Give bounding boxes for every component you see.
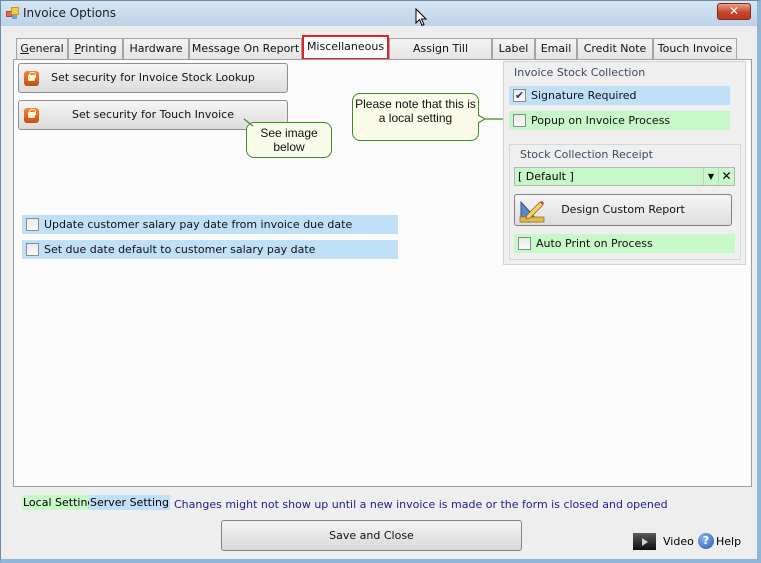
tab-message-on-report[interactable]: Message On Report [189,38,302,60]
checkbox[interactable] [518,237,531,250]
callout-pointer-icon [477,114,504,124]
checkbox[interactable] [26,243,39,256]
option-label: Signature Required [531,89,637,102]
window-title: Invoice Options [23,6,117,20]
help-icon[interactable]: ? [698,533,714,549]
lock-icon [24,108,39,123]
mouse-cursor-icon [415,8,427,27]
tab-credit-note[interactable]: Credit Note [577,38,653,60]
tab-printing[interactable]: Printing [68,38,123,60]
save-and-close-button[interactable]: Save and Close [221,520,522,551]
tab-hardware[interactable]: Hardware [123,38,189,60]
option-label: Auto Print on Process [536,237,653,250]
callout-see-image: See image below [246,122,332,158]
tab-label[interactable]: Label [492,38,535,60]
legend-server-setting: Server Setting [89,495,170,510]
clear-icon[interactable]: ✕ [718,168,734,185]
design-custom-report-button[interactable]: Design Custom Report [514,194,732,226]
video-link[interactable]: Video [663,535,694,548]
tab-assign-till-numbers[interactable]: Assign Till Numbers [389,38,492,75]
selected-value: [ Default ] [518,170,574,183]
invoice-stock-collection-group: Invoice Stock Collection ✔ Signature Req… [503,61,746,265]
option-signature-required[interactable]: ✔ Signature Required [509,86,730,105]
option-auto-print-on-process[interactable]: Auto Print on Process [514,234,735,253]
legend-local-setting: Local Setting [22,495,96,510]
group-title: Invoice Stock Collection [514,66,646,79]
option-update-salary-pay-date[interactable]: Update customer salary pay date from inv… [22,215,398,234]
checkbox[interactable] [26,218,39,231]
button-label: Set security for Invoice Stock Lookup [51,71,255,84]
option-popup-on-invoice-process[interactable]: Popup on Invoice Process [509,111,730,130]
button-label: Design Custom Report [561,203,685,216]
close-button[interactable]: ✕ [717,3,751,20]
changes-notice: Changes might not show up until a new in… [174,498,668,511]
tab-touch-invoice[interactable]: Touch Invoice [653,38,737,60]
callout-text: See image below [260,126,318,154]
security-invoice-stock-lookup-button[interactable]: Set security for Invoice Stock Lookup [18,63,288,93]
receipt-report-select[interactable]: [ Default ] ▼ ✕ [514,167,735,186]
checkbox-checked[interactable]: ✔ [513,89,526,102]
design-ruler-pencil-icon [519,200,545,223]
tab-miscellaneous[interactable]: Miscellaneous [302,35,389,60]
lock-icon [24,71,39,86]
option-label: Set due date default to customer salary … [44,243,316,256]
callout-pointer-icon [243,118,254,127]
tab-general[interactable]: General [16,38,68,60]
option-label: Update customer salary pay date from inv… [44,218,353,231]
video-icon[interactable] [633,533,656,550]
option-due-date-default-salary[interactable]: Set due date default to customer salary … [22,240,398,259]
stock-collection-receipt-group: Stock Collection Receipt [ Default ] ▼ ✕… [509,144,741,260]
checkbox[interactable] [513,114,526,127]
button-label: Set security for Touch Invoice [72,108,234,121]
invoice-options-window: Invoice Options ✕ General Printing Hardw… [0,0,761,563]
group-title: Stock Collection Receipt [520,148,653,161]
option-label: Popup on Invoice Process [531,114,671,127]
title-bar[interactable]: Invoice Options ✕ [1,1,757,26]
help-link[interactable]: Help [716,535,741,548]
callout-text: Please note that this is a local setting [355,97,476,125]
dropdown-arrow-icon[interactable]: ▼ [703,168,718,185]
callout-local-setting: Please note that this is a local setting [352,93,479,141]
tab-email[interactable]: Email [535,38,577,60]
app-icon [6,7,19,19]
